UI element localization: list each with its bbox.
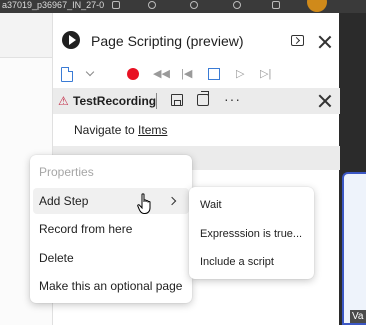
new-page-icon[interactable] (61, 67, 73, 82)
extensions-icon[interactable] (272, 1, 280, 9)
pane-header: Page Scripting (preview) (53, 13, 340, 57)
skip-forward-icon[interactable]: ▷| (260, 67, 271, 81)
warning-icon: ⚠ (58, 94, 69, 108)
items-link[interactable]: Items (138, 123, 167, 137)
close-pane-button[interactable] (318, 35, 332, 49)
divider (156, 93, 157, 109)
step-navigate[interactable]: Navigate to Items (74, 123, 167, 137)
close-recording-button[interactable] (318, 94, 332, 108)
menu-item-label: Add Step (39, 194, 89, 208)
share-icon[interactable] (197, 94, 209, 106)
gear-icon[interactable] (233, 1, 241, 9)
menu-item-properties[interactable]: Properties (33, 159, 189, 185)
menu-item-add-step[interactable]: Add Step (33, 188, 189, 214)
more-options-icon[interactable]: ··· (224, 91, 241, 107)
play-circle-icon (62, 31, 80, 49)
avatar[interactable] (307, 0, 327, 12)
submenu-item-expression[interactable]: Expresssion is true... (192, 221, 311, 247)
play-icon[interactable]: ▷ (236, 67, 244, 81)
submenu-item-include-script[interactable]: Include a script (192, 249, 311, 275)
right-side-panel[interactable]: Va (342, 172, 366, 325)
step-text: Navigate to (74, 123, 139, 137)
window-tab-text: a37019_p36967_IN_27-0 (2, 0, 105, 10)
recording-bar: ⚠ TestRecording ··· (53, 88, 340, 114)
stop-icon[interactable] (208, 68, 220, 80)
record-icon[interactable] (127, 68, 139, 80)
rewind-icon[interactable]: ◀◀ (153, 67, 170, 81)
settings-icon[interactable] (190, 1, 198, 9)
skip-back-icon[interactable]: |◀ (181, 67, 192, 81)
search-icon[interactable] (148, 1, 156, 9)
chevron-down-icon[interactable] (85, 67, 95, 77)
window-icon[interactable] (112, 1, 120, 9)
recording-toolbar: ◀◀ |◀ ▷ ▷| (53, 63, 340, 87)
save-icon[interactable] (171, 94, 183, 106)
right-panel-label: Va (350, 310, 366, 323)
hand-cursor-icon (137, 193, 151, 214)
context-menu: Properties Add Step Record from here Del… (30, 155, 192, 303)
menu-item-make-optional[interactable]: Make this an optional page (33, 273, 189, 299)
recording-name[interactable]: TestRecording (73, 94, 156, 108)
pop-out-icon[interactable] (291, 35, 304, 46)
chevron-right-icon (167, 196, 177, 206)
menu-item-record-from-here[interactable]: Record from here (33, 216, 189, 242)
pane-title: Page Scripting (preview) (91, 33, 244, 49)
add-step-submenu: Wait Expresssion is true... Include a sc… (189, 187, 314, 279)
window-title-strip: a37019_p36967_IN_27-0 (0, 0, 366, 13)
submenu-item-wait[interactable]: Wait (192, 192, 311, 218)
menu-item-delete[interactable]: Delete (33, 245, 189, 271)
